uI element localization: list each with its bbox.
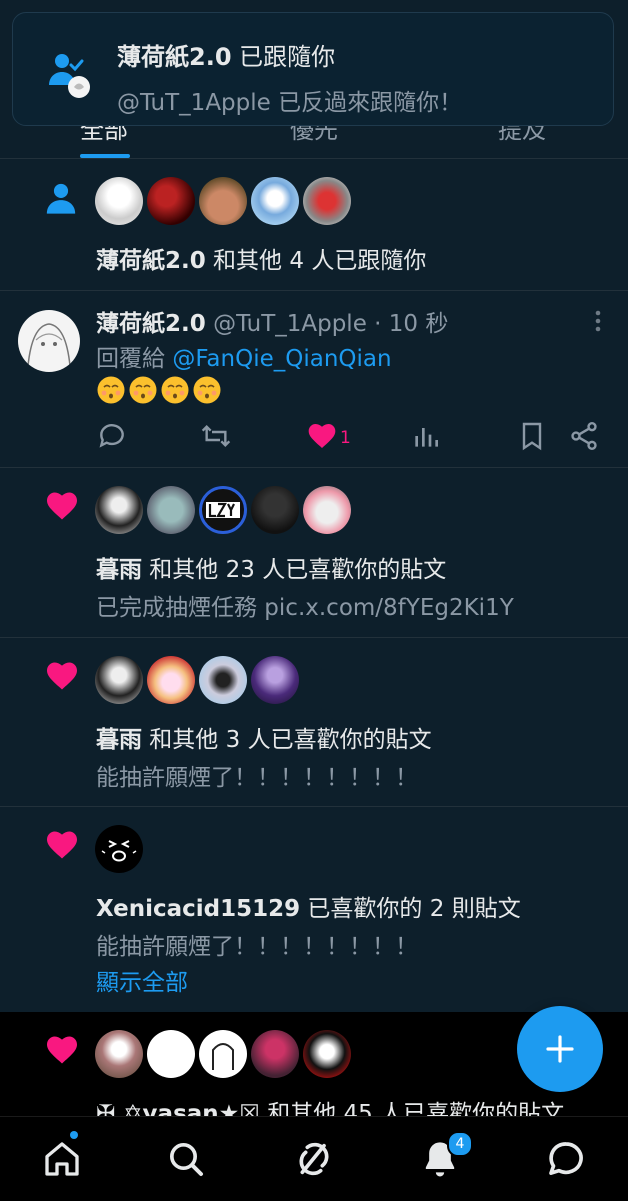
person-icon: [46, 183, 76, 214]
grok-icon[interactable]: [294, 1139, 334, 1179]
repost-icon[interactable]: [200, 420, 232, 452]
like-notification[interactable]: 暮雨 和其他 3 人已喜歡你的貼文 能抽許願煙了！！！！！！！！: [0, 638, 628, 807]
avatar[interactable]: [95, 486, 143, 534]
like-icon[interactable]: [306, 420, 338, 452]
home-icon[interactable]: [42, 1139, 82, 1179]
reply-icon[interactable]: [96, 420, 128, 452]
more-options-icon[interactable]: [588, 306, 608, 336]
avatar[interactable]: [18, 310, 80, 372]
avatar[interactable]: [251, 486, 299, 534]
bottom-navigation: 4: [0, 1116, 628, 1201]
tweet-author: 薄荷紙2.0 @TuT_1Apple · 10 秒: [96, 311, 449, 337]
toast-title: 薄荷紙2.0 已跟隨你: [117, 43, 336, 71]
heart-icon: [47, 831, 77, 859]
avatar[interactable]: [147, 177, 195, 225]
like-text: 暮雨 和其他 23 人已喜歡你的貼文: [96, 557, 447, 583]
share-icon[interactable]: [568, 420, 600, 452]
heart-icon: [47, 492, 77, 520]
tab-indicator: [80, 154, 130, 158]
avatar[interactable]: [147, 656, 195, 704]
heart-icon: [47, 1036, 77, 1064]
home-unread-dot: [70, 1131, 78, 1139]
kissing-face-icon: [129, 376, 157, 404]
follow-back-icon: [49, 54, 90, 98]
avatar[interactable]: [251, 1030, 299, 1078]
post-preview: 已完成抽煙任務 pic.x.com/8fYEg2Ki1Y: [96, 595, 514, 621]
post-preview: 能抽許願煙了！！！！！！！！: [96, 765, 418, 791]
tweet-text: [96, 375, 222, 405]
reply-to: 回覆給 @FanQie_QianQian: [96, 346, 392, 372]
search-icon[interactable]: [166, 1139, 206, 1179]
avatar[interactable]: [251, 656, 299, 704]
kissing-face-icon: [97, 376, 125, 404]
kissing-face-icon: [161, 376, 189, 404]
follow-toast[interactable]: 薄荷紙2.0 已跟隨你 @TuT_1Apple 已反過來跟隨你！: [12, 12, 614, 126]
compose-button[interactable]: [517, 1006, 603, 1092]
avatar[interactable]: [199, 177, 247, 225]
like-text: 暮雨 和其他 3 人已喜歡你的貼文: [96, 727, 432, 753]
avatar[interactable]: [199, 486, 247, 534]
avatar[interactable]: [95, 1030, 143, 1078]
avatar[interactable]: [147, 486, 195, 534]
reply-handle-link[interactable]: @FanQie_QianQian: [172, 346, 391, 372]
avatar[interactable]: [95, 656, 143, 704]
messages-icon[interactable]: [546, 1139, 586, 1179]
avatar[interactable]: [303, 177, 351, 225]
tweet-actions: 1: [0, 420, 628, 456]
post-preview: 能抽許願煙了！！！！！！！！: [96, 934, 418, 960]
avatar[interactable]: [147, 1030, 195, 1078]
follow-text: 薄荷紙2.0 和其他 4 人已跟隨你: [96, 248, 427, 274]
plus-icon: [546, 1035, 574, 1063]
show-all-link[interactable]: 顯示全部: [96, 963, 188, 997]
avatar[interactable]: [303, 1030, 351, 1078]
kissing-face-icon: [193, 376, 221, 404]
heart-icon: [47, 662, 77, 690]
like-notification[interactable]: 暮雨 和其他 23 人已喜歡你的貼文 已完成抽煙任務 pic.x.com/8fY…: [0, 468, 628, 638]
bookmark-icon[interactable]: [516, 420, 548, 452]
like-text: Xenicacid15129 已喜歡你的 2 則貼文: [96, 896, 521, 922]
like-notification[interactable]: Xenicacid15129 已喜歡你的 2 則貼文 能抽許願煙了！！！！！！！…: [0, 807, 628, 1013]
views-icon[interactable]: [410, 420, 442, 452]
avatar[interactable]: [251, 177, 299, 225]
avatar[interactable]: [199, 1030, 247, 1078]
avatar[interactable]: [95, 825, 143, 873]
toast-subtitle: @TuT_1Apple 已反過來跟隨你！: [117, 90, 463, 116]
like-count: 1: [340, 428, 351, 448]
avatar[interactable]: [199, 656, 247, 704]
follow-notification[interactable]: 薄荷紙2.0 和其他 4 人已跟隨你: [0, 159, 628, 291]
notification-badge: 4: [447, 1131, 473, 1157]
avatar[interactable]: [303, 486, 351, 534]
avatar[interactable]: [95, 177, 143, 225]
